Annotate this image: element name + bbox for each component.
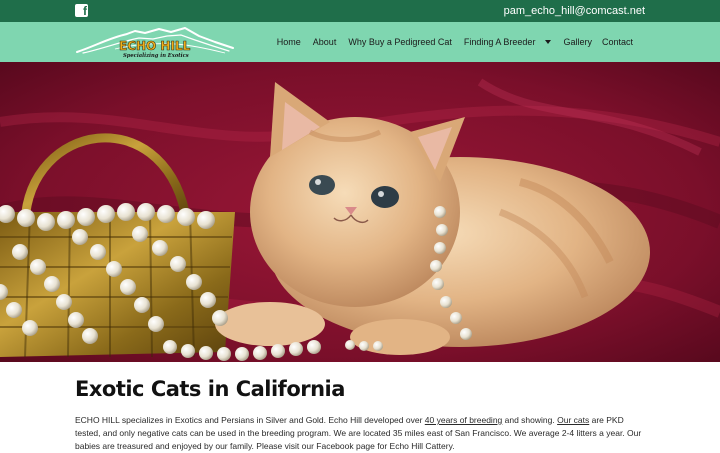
- intro-text-2: and showing.: [502, 415, 558, 425]
- email-link[interactable]: pam_echo_hill@comcast.net: [504, 3, 645, 19]
- years-of-breeding-link[interactable]: 40 years of breeding: [425, 415, 503, 425]
- nav-gallery[interactable]: Gallery: [563, 37, 592, 47]
- intro-text-1: ECHO HILL specializes in Exotics and Per…: [75, 415, 425, 425]
- facebook-icon[interactable]: f: [75, 4, 88, 18]
- logo-tagline: Specializing in Exotics: [123, 53, 189, 59]
- nav-home[interactable]: Home: [277, 37, 301, 47]
- hero-kitten-image: [0, 62, 720, 362]
- nav-finding-breeder[interactable]: Finding A Breeder: [464, 37, 536, 47]
- intro-paragraph: ECHO HILL specializes in Exotics and Per…: [75, 414, 645, 453]
- nav-bar: ECHO HILL Specializing in Exotics Home A…: [0, 22, 720, 62]
- page-title: Exotic Cats in California: [75, 377, 345, 401]
- echo-hill-logo[interactable]: ECHO HILL Specializing in Exotics: [75, 24, 235, 60]
- nav-about[interactable]: About: [313, 37, 337, 47]
- nav-why-buy-pedigreed[interactable]: Why Buy a Pedigreed Cat: [348, 37, 452, 47]
- caret-down-icon[interactable]: [545, 40, 552, 44]
- main-content: Exotic Cats in California ECHO HILL spec…: [75, 372, 645, 453]
- nav-contact[interactable]: Contact: [602, 37, 633, 47]
- hero-banner: [0, 62, 720, 362]
- main-nav: Home About Why Buy a Pedigreed Cat Findi…: [265, 22, 633, 62]
- our-cats-link[interactable]: Our cats: [557, 415, 589, 425]
- logo-name: ECHO HILL: [119, 39, 191, 53]
- top-bar: f pam_echo_hill@comcast.net: [0, 0, 720, 22]
